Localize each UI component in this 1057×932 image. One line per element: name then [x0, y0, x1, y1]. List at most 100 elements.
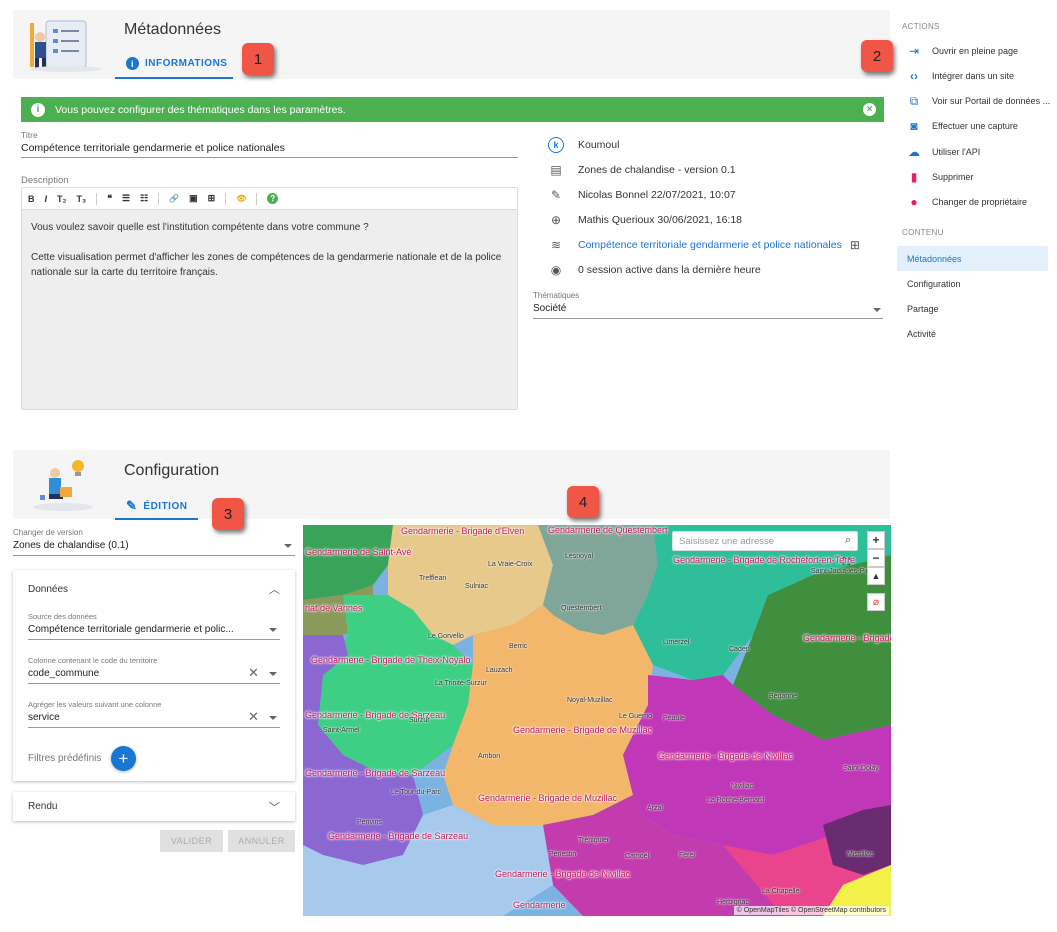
content-item-activity[interactable]: Activité — [897, 321, 1048, 346]
table-button[interactable]: ⊞ — [208, 193, 216, 204]
action-delete[interactable]: ▮ Supprimer — [907, 169, 974, 185]
map-address-search[interactable]: Saisissez une adresse ⌕ — [672, 531, 858, 551]
map-preview[interactable]: Gendarmerie - Brigade d'Elven Gendarmeri… — [303, 525, 891, 916]
version-label: Changer de version — [13, 528, 83, 537]
tab-edition[interactable]: ✎ ÉDITION — [126, 498, 187, 514]
close-alert-icon[interactable]: × — [863, 103, 876, 116]
title-field-underline — [21, 157, 518, 158]
map-town-label: Saint-Armel — [323, 727, 360, 734]
render-panel-header: Rendu — [28, 801, 58, 812]
map-zone-label: Gendarmerie - Brigade d'Allaire — [803, 633, 891, 643]
toolbar-divider — [96, 192, 98, 205]
content-item-configuration[interactable]: Configuration — [897, 271, 1048, 296]
bold-button[interactable]: B — [28, 194, 35, 204]
code-column-underline — [28, 683, 280, 684]
map-town-label: Surzur — [409, 717, 430, 724]
created-row: ⊕ Mathis Querioux 30/06/2021, 16:18 — [548, 212, 742, 228]
editor-toolbar: B I T₂ T₃ ❝ ☰ ☷ 🔗 ▣ ⊞ 👁 ? — [22, 188, 517, 210]
chevron-down-icon[interactable] — [269, 716, 277, 720]
tab-edition-label: ÉDITION — [143, 500, 188, 512]
info-icon: i — [126, 57, 139, 70]
version-select[interactable]: Zones de chalandise (0.1) — [13, 540, 129, 551]
chevron-down-icon[interactable] — [873, 308, 881, 312]
data-panel-header[interactable]: Données — [28, 584, 68, 595]
action-embed[interactable]: ‹› Intégrer dans un site — [907, 68, 1014, 84]
action-change-owner[interactable]: ● Changer de propriétaire — [907, 194, 1027, 210]
action-capture[interactable]: ◙ Effectuer une capture — [907, 118, 1018, 134]
action-label: Utiliser l'API — [932, 147, 981, 157]
superscript-button[interactable]: T₃ — [77, 194, 87, 204]
created-by: Mathis Querioux 30/06/2021, 16:18 — [578, 214, 743, 226]
title-field[interactable]: Compétence territoriale gendarmerie et p… — [21, 142, 285, 154]
zoom-out-button[interactable]: − — [867, 549, 885, 567]
validate-button[interactable]: VALIDER — [160, 830, 223, 852]
sessions-text: 0 session active dans la dernière heure — [578, 264, 761, 276]
action-api[interactable]: ☁ Utiliser l'API — [907, 144, 980, 160]
source-dataset-link[interactable]: Compétence territoriale gendarmerie et p… — [578, 239, 842, 251]
source-select[interactable]: Compétence territoriale gendarmerie et p… — [28, 624, 234, 635]
tab-informations[interactable]: i INFORMATIONS — [126, 57, 227, 70]
plus-circle-icon: ⊕ — [550, 213, 562, 227]
tab-edition-indicator — [115, 518, 198, 520]
fullscreen-icon[interactable]: ⛶ — [843, 557, 850, 568]
code-column-select[interactable]: code_commune — [28, 668, 99, 679]
quote-button[interactable]: ❝ — [107, 193, 112, 204]
content-item-sharing[interactable]: Partage — [897, 296, 1048, 321]
map-zone-label: Gendarmerie - Brigade de Muzillac — [513, 725, 653, 735]
clear-icon[interactable]: ✕ — [248, 665, 259, 681]
tab-informations-indicator — [115, 77, 233, 79]
bullet-list-button[interactable]: ☰ — [122, 193, 130, 204]
italic-button[interactable]: I — [45, 194, 48, 204]
action-label: Voir sur Portail de données ... — [932, 96, 1051, 106]
map-town-label: La Chapelle- — [762, 888, 802, 895]
database-icon: ≋ — [550, 238, 562, 252]
add-filter-button[interactable]: + — [111, 746, 136, 771]
themes-select[interactable]: Société — [533, 303, 566, 314]
image-button[interactable]: ▣ — [189, 193, 198, 204]
zoom-in-button[interactable]: + — [867, 531, 885, 549]
map-town-label: La Roche-Bernard — [707, 797, 765, 804]
draw-tool-button[interactable]: ⌀ — [867, 593, 885, 611]
description-text: Vous voulez savoir quelle est l'institut… — [31, 220, 511, 280]
chevron-down-icon[interactable]: ﹀ — [269, 799, 280, 815]
search-icon[interactable]: ⌕ — [845, 534, 851, 547]
koumoul-logo-icon: k — [548, 137, 564, 153]
map-zone-label: Gendarmerie — [513, 900, 566, 910]
map-zone-label: Gendarmerie - Brigade de Theix-Noyalo — [311, 655, 471, 665]
description-editor[interactable]: B I T₂ T₃ ❝ ☰ ☷ 🔗 ▣ ⊞ 👁 ? Vous voulez sa… — [21, 187, 518, 410]
compass-button[interactable]: ▲ — [867, 567, 885, 585]
content-heading: CONTENU — [902, 228, 944, 237]
actions-heading: ACTIONS — [902, 22, 940, 31]
map-town-label: Berric — [509, 643, 528, 650]
action-open-fullpage[interactable]: ⇥ Ouvrir en pleine page — [907, 43, 1018, 59]
dataset-name: Zones de chalandise - version 0.1 — [578, 164, 736, 176]
help-button[interactable]: ? — [267, 193, 279, 204]
content-item-metadata[interactable]: Métadonnées — [897, 246, 1048, 271]
action-view-portal[interactable]: ⧉ Voir sur Portail de données ... — [907, 93, 1050, 109]
chevron-down-icon[interactable] — [269, 672, 277, 676]
chevron-down-icon[interactable] — [284, 544, 292, 548]
map-town-label: Noyal-Muzillac — [567, 697, 613, 704]
numbered-list-button[interactable]: ☷ — [140, 193, 148, 204]
description-paragraph-2: Cette visualisation permet d'afficher le… — [31, 252, 502, 278]
clear-icon[interactable]: ✕ — [248, 709, 259, 725]
preview-button[interactable]: 👁 — [236, 194, 246, 203]
map-zone-label: Gendarmerie de Saint-Avé — [305, 547, 412, 557]
chevron-down-icon[interactable] — [269, 628, 277, 632]
aggregate-select[interactable]: service — [28, 712, 60, 723]
action-label: Intégrer dans un site — [932, 71, 1015, 81]
toolbar-divider — [158, 192, 160, 205]
map-zone-label: Gendarmerie - Brigade d'Elven — [401, 526, 525, 536]
code-column-label: Colonne contenant le code du territoire — [28, 656, 158, 665]
action-label: Changer de propriétaire — [932, 197, 1028, 207]
config-title: Configuration — [124, 462, 220, 479]
annotation-badge-4: 4 — [567, 486, 599, 518]
table-view-icon[interactable]: ⊞ — [850, 238, 860, 252]
link-button[interactable]: 🔗 — [169, 194, 179, 203]
render-panel[interactable]: Rendu ﹀ — [13, 792, 295, 821]
cancel-button[interactable]: ANNULER — [228, 830, 295, 852]
subscript-button[interactable]: T₂ — [57, 194, 67, 204]
map-town-label: Le Guerno — [619, 713, 653, 720]
data-panel: Données ︿ Source des données Compétence … — [13, 570, 295, 781]
chevron-up-icon[interactable]: ︿ — [269, 581, 280, 597]
